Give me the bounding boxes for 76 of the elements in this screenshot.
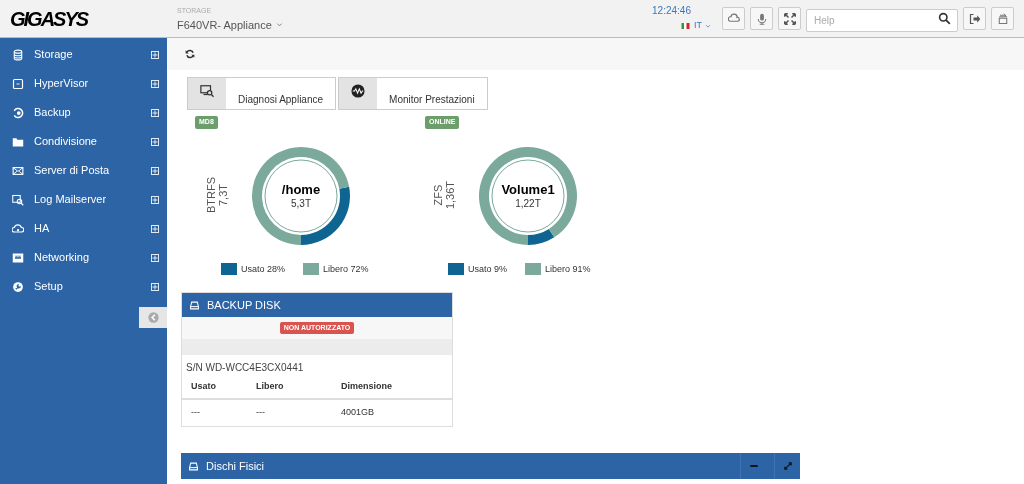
filesystem-label: ZFS bbox=[432, 184, 444, 205]
panel-title: Dischi Fisici bbox=[206, 458, 266, 474]
legend-label: Libero 91% bbox=[545, 262, 591, 276]
expand-plus-icon bbox=[151, 253, 159, 262]
panel-title: BACKUP DISK bbox=[207, 297, 281, 313]
chevron-down-icon bbox=[275, 21, 283, 28]
tool-icon bbox=[200, 84, 214, 98]
sidebar-item[interactable]: HyperVisor bbox=[0, 69, 167, 98]
sidebar-item[interactable]: Setup bbox=[0, 272, 167, 301]
arrow-left-circle-icon bbox=[147, 312, 159, 323]
column-header: Libero bbox=[247, 376, 332, 400]
filesystem-label: BTRFS bbox=[205, 176, 217, 213]
tool-button[interactable]: Monitor Prestazioni bbox=[338, 77, 488, 110]
fullscreen-button[interactable] bbox=[778, 7, 801, 30]
microphone-button[interactable] bbox=[750, 7, 773, 30]
serial-number: S/N WD-WCC4E3CX0441 bbox=[185, 361, 305, 375]
expand-plus-icon bbox=[151, 224, 159, 233]
capacity-label: 1,36T bbox=[444, 180, 456, 209]
cloud-icon bbox=[727, 12, 740, 25]
legend-label: Usato 9% bbox=[468, 262, 508, 276]
menu-icon bbox=[12, 106, 24, 119]
sidebar-item[interactable]: Networking bbox=[0, 243, 167, 272]
legend-label: Usato 28% bbox=[241, 262, 286, 276]
chevron-down-icon bbox=[705, 22, 711, 29]
sidebar-item[interactable]: Server di Posta bbox=[0, 156, 167, 185]
expand-plus-icon bbox=[151, 282, 159, 291]
expand-plus-icon bbox=[151, 137, 159, 146]
refresh-button[interactable] bbox=[185, 49, 195, 59]
language-dropdown[interactable]: IT bbox=[680, 18, 711, 33]
logout-button[interactable] bbox=[963, 7, 986, 30]
menu-icon bbox=[12, 222, 24, 235]
collapse-button[interactable] bbox=[139, 307, 167, 328]
sidebar-item[interactable]: Condivisione bbox=[0, 127, 167, 156]
sidebar-item[interactable]: Log Mailserver bbox=[0, 185, 167, 214]
tool-button[interactable]: Diagnosi Appliance bbox=[187, 77, 337, 110]
expand-plus-icon bbox=[151, 166, 159, 175]
cloud-button[interactable] bbox=[722, 7, 745, 30]
microphone-icon bbox=[755, 12, 768, 25]
menu-icon bbox=[12, 164, 24, 177]
expand-icon bbox=[783, 12, 796, 25]
sidebar-item[interactable]: Backup bbox=[0, 98, 167, 127]
volume-name: Volume1 bbox=[501, 181, 555, 197]
menu-icon bbox=[12, 280, 24, 293]
menu-icon bbox=[12, 193, 24, 206]
column-header: Usato bbox=[182, 376, 247, 400]
volume-size: 5,3T bbox=[291, 196, 311, 210]
menu-icon bbox=[12, 77, 24, 90]
table-cell-text: --- bbox=[255, 406, 266, 420]
expand-plus-icon bbox=[151, 108, 159, 117]
expand-plus-icon bbox=[151, 195, 159, 204]
refresh-icon bbox=[185, 49, 195, 59]
menu-icon bbox=[12, 48, 24, 61]
volume-size: 1,22T bbox=[515, 196, 541, 210]
logo: GIGASYS bbox=[9, 6, 89, 32]
search-icon bbox=[938, 12, 951, 25]
notes-button[interactable] bbox=[991, 7, 1014, 30]
expand-arrows-icon bbox=[782, 461, 793, 471]
expand-plus-icon bbox=[151, 50, 159, 59]
menu-icon bbox=[12, 135, 24, 148]
volume-name: /home bbox=[281, 181, 321, 197]
logout-icon bbox=[968, 12, 981, 25]
table-cell-text: --- bbox=[190, 406, 201, 420]
tool-icon bbox=[351, 84, 366, 98]
legend-label: Libero 72% bbox=[323, 262, 369, 276]
search-field[interactable]: Help bbox=[806, 9, 958, 32]
device-dropdown[interactable]: F640VR- Appliance bbox=[177, 17, 283, 32]
stack-icon bbox=[996, 12, 1009, 25]
table-cell-text: 4001GB bbox=[340, 406, 376, 420]
sidebar-item[interactable]: Storage bbox=[0, 40, 167, 69]
menu-icon bbox=[12, 251, 24, 264]
column-header: Dimensione bbox=[332, 376, 452, 400]
clock: 12:24:46 bbox=[652, 4, 691, 16]
expand-plus-icon bbox=[151, 79, 159, 88]
flag-icon bbox=[680, 21, 691, 30]
sidebar-item[interactable]: HA bbox=[0, 214, 167, 243]
capacity-label: 7,3T bbox=[217, 183, 229, 206]
